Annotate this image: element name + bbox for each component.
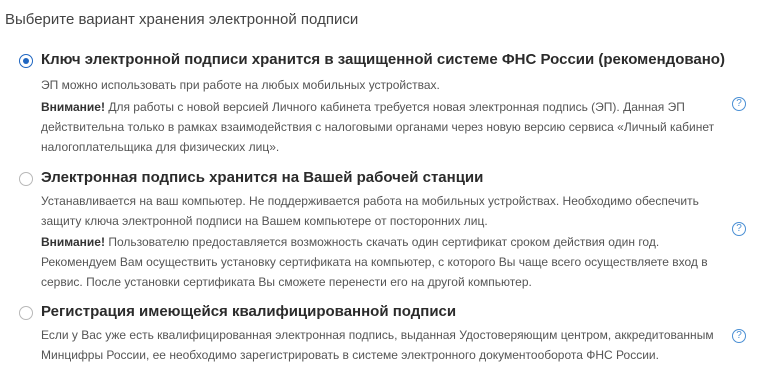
option-description: ЭП можно использовать при работе на любы… <box>41 78 440 92</box>
warning-label: Внимание! <box>41 235 105 249</box>
option-title[interactable]: Ключ электронной подписи хранится в защи… <box>41 51 725 68</box>
option-description: Если у Вас уже есть квалифицированная эл… <box>41 328 714 362</box>
option-title[interactable]: Регистрация имеющейся квалифицированной … <box>41 303 456 320</box>
radio-button-selected[interactable] <box>19 54 33 68</box>
help-icon[interactable]: ? <box>732 329 746 343</box>
radio-button[interactable] <box>19 172 33 186</box>
option-warning: Внимание! Для работы с новой версией Лич… <box>41 97 721 157</box>
help-icon[interactable]: ? <box>732 97 746 111</box>
warning-text: Пользователю предоставляется возможность… <box>41 235 708 289</box>
warning-text: Для работы с новой версией Личного кабин… <box>41 100 715 154</box>
option-title[interactable]: Электронная подпись хранится на Вашей ра… <box>41 169 483 186</box>
radio-button[interactable] <box>19 306 33 320</box>
warning-label: Внимание! <box>41 100 105 114</box>
page-title: Выберите вариант хранения электронной по… <box>5 11 359 28</box>
option-warning: Внимание! Пользователю предоставляется в… <box>41 232 721 292</box>
option-description: Устанавливается на ваш компьютер. Не под… <box>41 194 699 228</box>
help-icon[interactable]: ? <box>732 222 746 236</box>
